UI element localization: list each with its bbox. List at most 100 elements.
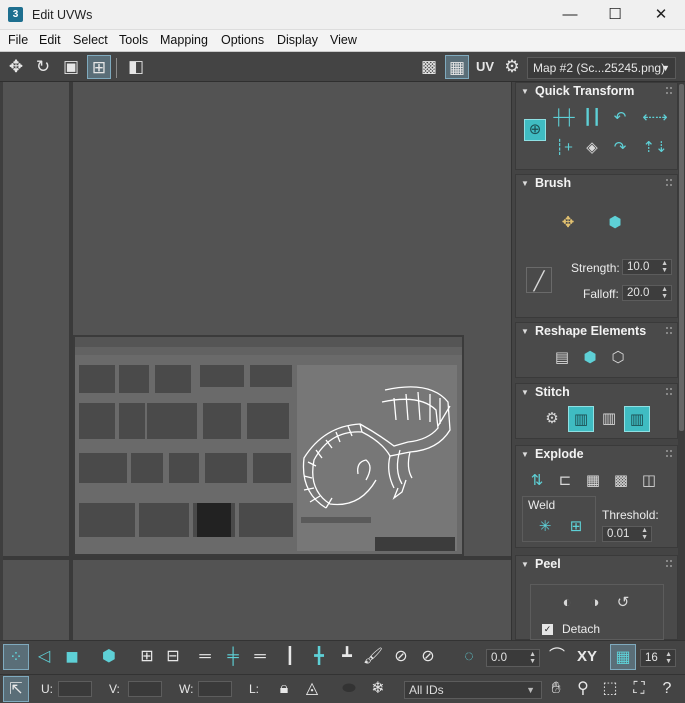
- set-pivot-icon[interactable]: ⊕: [524, 119, 546, 141]
- align-vertical-icon[interactable]: ┃┃: [579, 105, 605, 131]
- relax-icon[interactable]: ⬡: [605, 345, 631, 371]
- ring-grow-icon[interactable]: ╋: [306, 644, 332, 670]
- menu-edit[interactable]: Edit: [39, 33, 61, 47]
- paint-grow-icon[interactable]: ⊘: [388, 644, 414, 670]
- strength-value: 10.0: [627, 261, 650, 273]
- xy-space-toggle[interactable]: XY: [572, 644, 602, 670]
- menu-display[interactable]: Display: [277, 33, 318, 47]
- angle-spinner[interactable]: 0.0 ▲ ▼: [486, 649, 540, 667]
- pan-icon[interactable]: ✋︎: [543, 676, 569, 702]
- flatten-by-polygon-icon[interactable]: ▦: [580, 468, 606, 494]
- stitch-custom-icon[interactable]: ⚙: [539, 406, 565, 432]
- falloff-type-icon[interactable]: ⌒: [544, 644, 570, 670]
- shrink-selection-icon[interactable]: ⊟: [160, 644, 186, 670]
- checker-icon[interactable]: ▩: [417, 55, 441, 79]
- uv-viewport[interactable]: [0, 82, 511, 640]
- break-icon[interactable]: ⇅: [524, 468, 550, 494]
- soft-selection-icon[interactable]: ◌: [456, 644, 482, 670]
- scale-icon[interactable]: ▣: [59, 55, 83, 79]
- rollout-header-reshape[interactable]: ▼ Reshape Elements: [516, 323, 677, 341]
- paint-move-icon[interactable]: ✥: [555, 210, 581, 236]
- loop-select-icon[interactable]: ═: [192, 644, 218, 670]
- stitch-to-target-icon[interactable]: ▥: [624, 406, 650, 432]
- hide-icon[interactable]: ⬬: [336, 676, 362, 702]
- menu-options[interactable]: Options: [221, 33, 264, 47]
- falloff-spinner[interactable]: 20.0 ▲ ▼: [622, 285, 672, 301]
- flatten-by-material-icon[interactable]: ◫: [636, 468, 662, 494]
- rollout-header-explode[interactable]: ▼ Explode: [516, 446, 677, 464]
- vertex-mode-icon[interactable]: ⁘: [3, 644, 29, 670]
- flatten-by-smoothing-icon[interactable]: ▩: [608, 468, 634, 494]
- grid-size-spinner[interactable]: 16 ▲ ▼: [640, 649, 676, 667]
- stitch-to-source-icon[interactable]: ▥: [568, 406, 594, 432]
- quick-peel-icon[interactable]: ◐: [554, 590, 580, 616]
- strength-spinner[interactable]: 10.0 ▲ ▼: [622, 259, 672, 275]
- uv-label[interactable]: UV: [472, 55, 498, 79]
- straighten-icon[interactable]: ▤: [549, 345, 575, 371]
- paint-shrink-icon[interactable]: ⊘: [415, 644, 441, 670]
- weld-target-icon[interactable]: ⊞: [563, 514, 589, 540]
- visibility-icon[interactable]: ◬: [299, 676, 325, 702]
- menu-tools[interactable]: Tools: [119, 33, 148, 47]
- weld-group: Weld ✳ ⊞: [522, 496, 596, 542]
- reset-peel-icon[interactable]: ↺: [610, 590, 636, 616]
- weld-selected-icon[interactable]: ✳: [532, 514, 558, 540]
- rollout-header-quick-transform[interactable]: ▼ Quick Transform: [516, 83, 677, 101]
- menu-select[interactable]: Select: [73, 33, 108, 47]
- close-button[interactable]: ✕: [638, 0, 684, 30]
- rotate-cw-icon[interactable]: ↷: [607, 135, 633, 161]
- falloff-curve-icon[interactable]: ╱: [526, 267, 552, 293]
- menu-mapping[interactable]: Mapping: [160, 33, 208, 47]
- freeform-icon[interactable]: ⊞: [87, 55, 111, 79]
- move-icon[interactable]: ✥: [4, 55, 28, 79]
- space-vertical-icon[interactable]: ⇡⇣: [642, 135, 668, 161]
- rollout-header-stitch[interactable]: ▼ Stitch: [516, 384, 677, 402]
- stitch-to-average-icon[interactable]: ▥: [596, 406, 622, 432]
- zoom-extents-icon[interactable]: ⛶: [626, 676, 652, 702]
- grid-snap-icon[interactable]: ▦: [610, 644, 636, 670]
- rotate-ccw-icon[interactable]: ↶: [607, 105, 633, 131]
- edge-mode-icon[interactable]: ◁: [31, 644, 57, 670]
- detach-edge-icon[interactable]: ⊏: [552, 468, 578, 494]
- polygon-mode-icon[interactable]: ■: [59, 644, 85, 670]
- menu-view[interactable]: View: [330, 33, 357, 47]
- rollout-header-brush[interactable]: ▼ Brush: [516, 175, 677, 193]
- ring-shrink-icon[interactable]: ┻: [334, 644, 360, 670]
- material-id-select[interactable]: All IDs ▼: [404, 681, 542, 699]
- minimize-button[interactable]: —: [547, 0, 593, 30]
- v-coordinate-field[interactable]: [128, 681, 162, 697]
- rollout-header-peel[interactable]: ▼ Peel: [516, 556, 677, 574]
- map-select[interactable]: Map #2 (Sc...25245.png) ▼: [527, 57, 676, 79]
- falloff-label: Falloff:: [583, 287, 619, 301]
- freeze-icon[interactable]: ❄: [365, 676, 391, 702]
- absolute-relative-toggle-icon[interactable]: ⇱: [3, 676, 29, 702]
- show-map-icon[interactable]: ▦: [445, 55, 469, 79]
- linear-align-icon[interactable]: ◈: [579, 135, 605, 161]
- zoom-region-icon[interactable]: ⬚: [597, 676, 623, 702]
- u-coordinate-field[interactable]: [58, 681, 92, 697]
- panel-scrollbar-thumb[interactable]: [679, 84, 684, 431]
- element-mode-icon[interactable]: ⬢: [96, 644, 122, 670]
- w-coordinate-field[interactable]: [198, 681, 232, 697]
- grow-selection-icon[interactable]: ⊞: [134, 644, 160, 670]
- rotate-icon[interactable]: ↻: [31, 55, 55, 79]
- mirror-icon[interactable]: ◧: [124, 55, 148, 79]
- paint-select-icon[interactable]: 🖌︎: [360, 644, 386, 670]
- help-icon[interactable]: ?: [654, 676, 680, 702]
- menu-file[interactable]: File: [8, 33, 28, 47]
- space-horizontal-icon[interactable]: ⇠⇢: [642, 105, 668, 131]
- threshold-spinner[interactable]: 0.01 ▲ ▼: [602, 526, 652, 542]
- ring-select-icon[interactable]: ┃: [277, 644, 303, 670]
- texture-settings-icon[interactable]: ⚙: [500, 55, 524, 79]
- loop-grow-icon[interactable]: ╪: [220, 644, 246, 670]
- zoom-icon[interactable]: ⚲: [570, 676, 596, 702]
- lock-icon[interactable]: 🔒︎: [271, 676, 297, 702]
- relax-brush-icon[interactable]: ⬢: [602, 210, 628, 236]
- loop-shrink-icon[interactable]: ═: [247, 644, 273, 670]
- relax-until-flat-icon[interactable]: ⬢: [577, 345, 603, 371]
- detach-checkbox[interactable]: ✓: [542, 624, 553, 635]
- align-to-edge-icon[interactable]: ┊+: [551, 135, 577, 161]
- align-horizontal-icon[interactable]: ┼┼: [551, 105, 577, 131]
- maximize-button[interactable]: ☐: [592, 0, 638, 30]
- peel-mode-icon[interactable]: ◑: [582, 590, 608, 616]
